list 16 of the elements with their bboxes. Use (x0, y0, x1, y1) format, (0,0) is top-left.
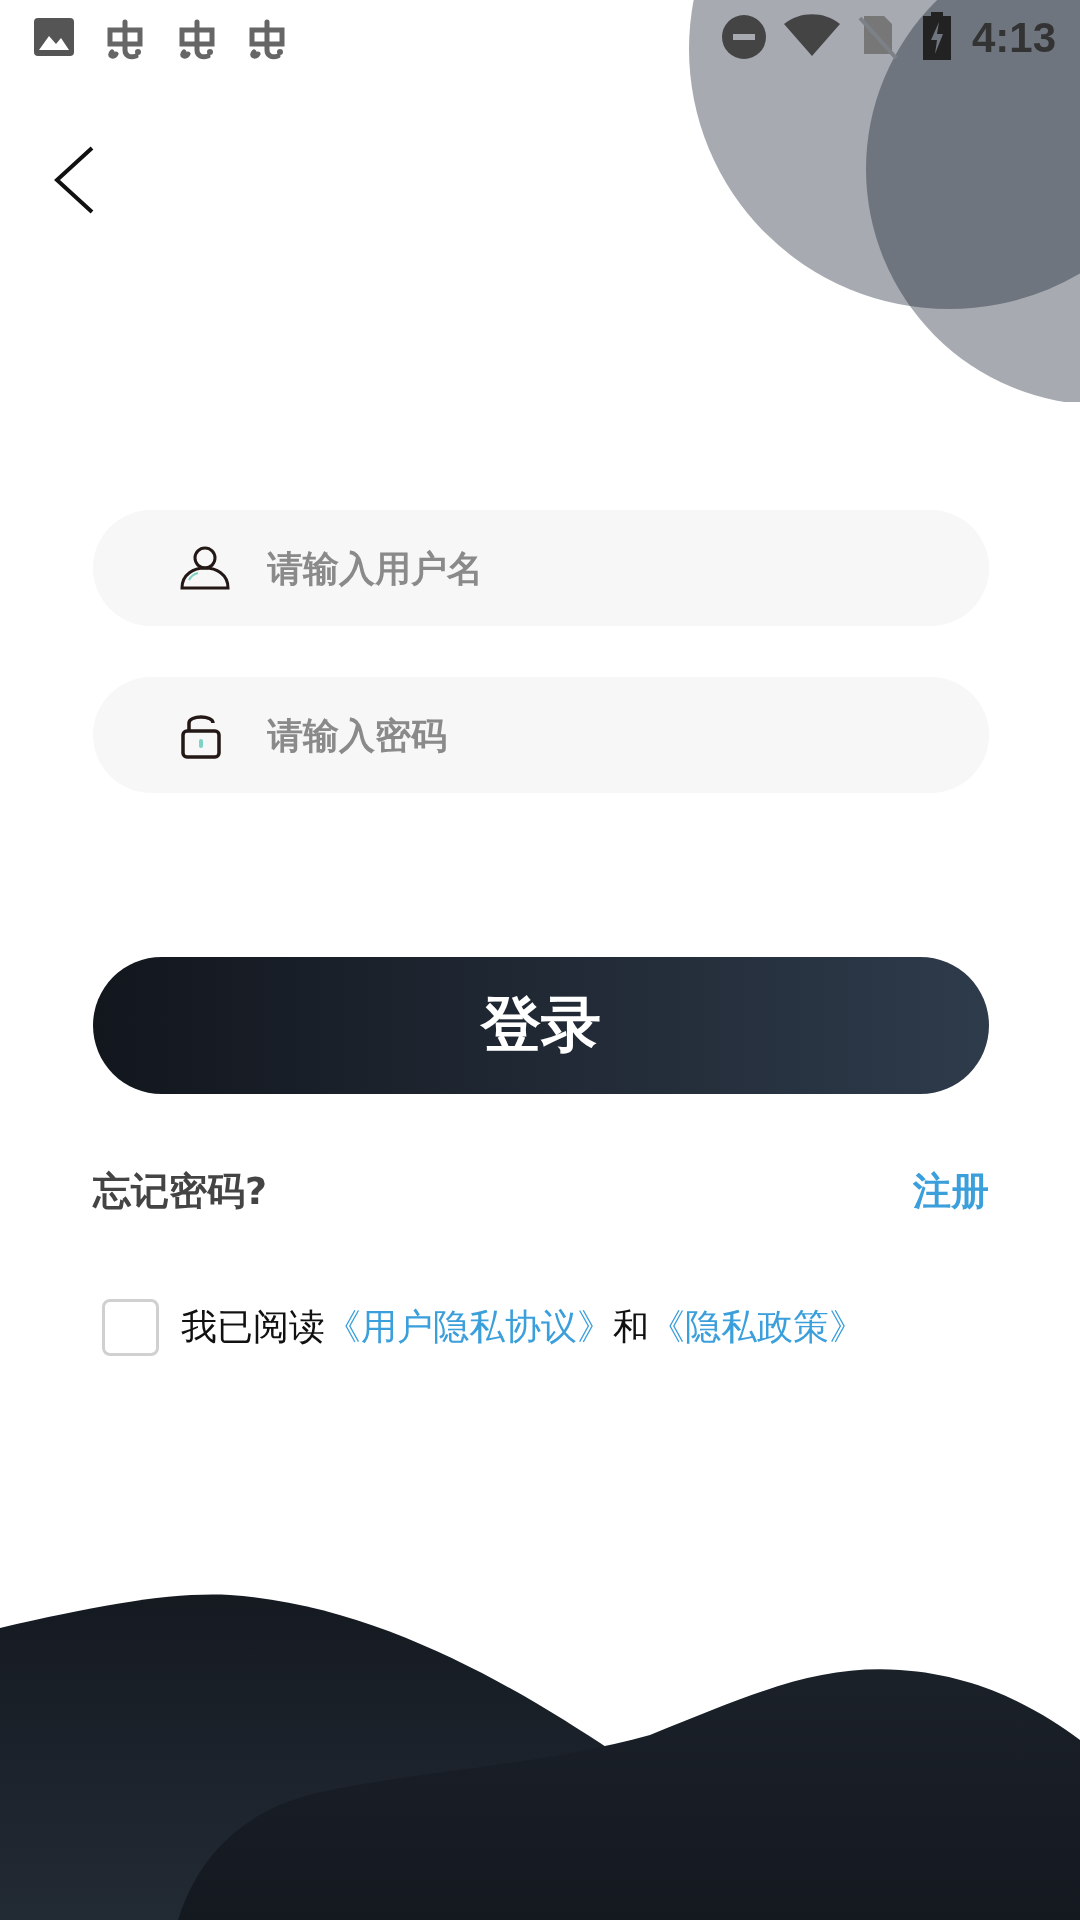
register-link[interactable]: 注册 (913, 1166, 989, 1217)
password-field[interactable]: 请输入密码 (93, 677, 989, 793)
wifi-icon (784, 14, 840, 56)
privacy-policy-link[interactable]: 《隐私政策》 (649, 1306, 865, 1347)
user-privacy-agreement-link[interactable]: 《用户隐私协议》 (325, 1306, 613, 1347)
do-not-disturb-icon (722, 15, 766, 59)
back-icon[interactable] (52, 145, 96, 215)
agreement-text: 我已阅读《用户隐私协议》和《隐私政策》 (181, 1305, 865, 1349)
username-field[interactable]: 请输入用户名 (93, 510, 989, 626)
login-button[interactable]: 登录 (93, 957, 989, 1094)
battery-icon (923, 12, 951, 60)
forgot-password-link[interactable]: 忘记密码? (93, 1166, 268, 1217)
image-icon (34, 18, 74, 56)
status-time: 4:13 (971, 14, 1056, 62)
no-sim-icon (858, 14, 898, 60)
agreement-checkbox[interactable] (102, 1299, 159, 1356)
